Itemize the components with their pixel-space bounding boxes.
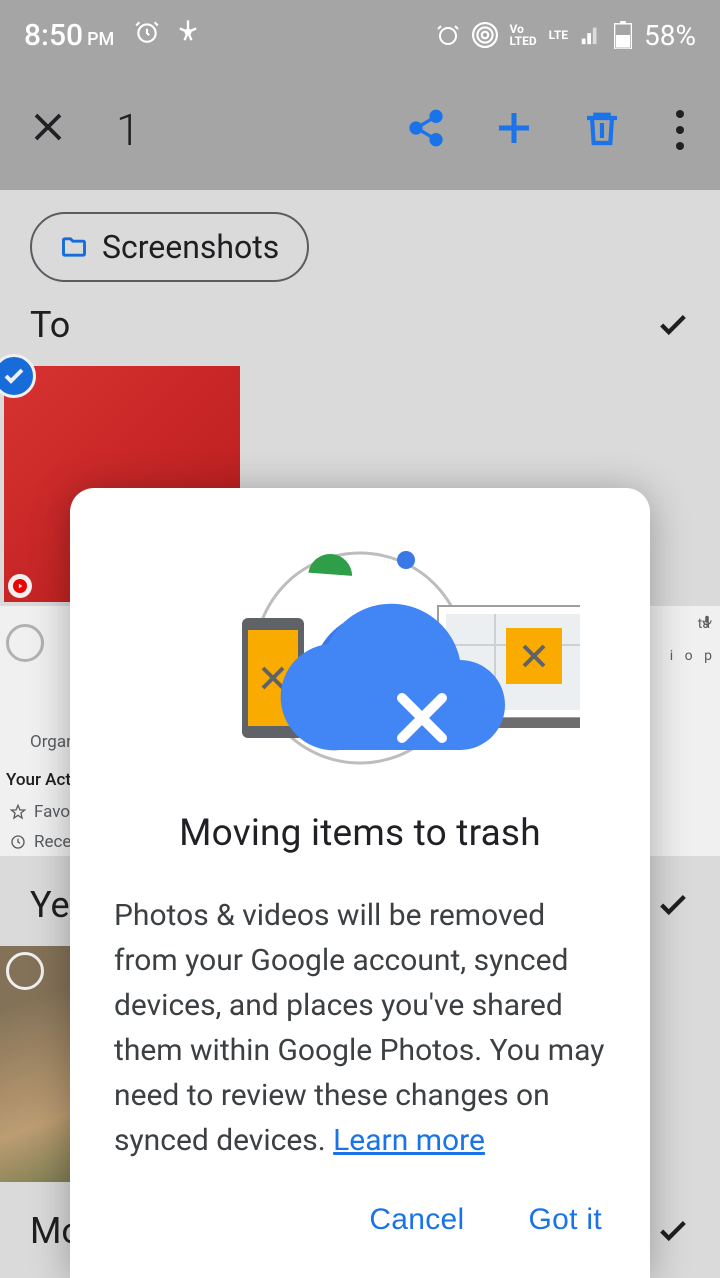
youtube-icon (8, 574, 32, 598)
got-it-button[interactable]: Got it (529, 1203, 603, 1237)
filter-chip-label: Screenshots (102, 228, 279, 266)
close-selection-button[interactable] (30, 104, 66, 156)
dialog-illustration (70, 488, 650, 788)
move-to-trash-dialog: Moving items to trash Photos & videos wi… (70, 488, 650, 1278)
learn-more-link[interactable]: Learn more (333, 1123, 485, 1158)
check-icon[interactable] (656, 888, 690, 922)
dialog-body-text: Photos & videos will be removed from you… (114, 898, 604, 1158)
section-today-label: To (30, 304, 70, 346)
alarm-icon (436, 23, 460, 47)
lte-icon: LTE (549, 29, 568, 41)
add-icon[interactable] (494, 108, 534, 152)
check-icon[interactable] (656, 1214, 690, 1248)
hotspot-icon (472, 22, 498, 48)
section-yesterday-label: Ye (30, 884, 70, 926)
dialog-title: Moving items to trash (114, 812, 606, 855)
clock-icon (10, 834, 26, 850)
share-icon[interactable] (406, 108, 446, 152)
time-period: PM (87, 29, 114, 50)
dialog-body: Photos & videos will be removed from you… (114, 893, 606, 1163)
content-area: Screenshots To ta i o p Organi Your Acti… (0, 190, 720, 1278)
check-icon[interactable] (656, 308, 690, 342)
selected-check-icon (0, 354, 36, 398)
battery-icon (614, 21, 632, 49)
dialog-actions: Cancel Got it (70, 1163, 650, 1278)
time-value: 8:50 (24, 18, 83, 53)
mic-icon (700, 614, 714, 628)
selection-app-bar: 1 (0, 70, 720, 190)
status-left: 8:50 PM (24, 18, 202, 53)
volte-icon: VoLTED (510, 23, 537, 47)
cancel-button[interactable]: Cancel (369, 1203, 464, 1237)
status-time: 8:50 PM (24, 18, 114, 53)
filter-chip-screenshots[interactable]: Screenshots (30, 212, 309, 282)
trash-icon[interactable] (582, 108, 622, 152)
unselected-circle-icon[interactable] (6, 624, 44, 662)
battery-percent: 58% (644, 19, 696, 52)
alarm-icon (134, 19, 160, 45)
folder-icon (60, 233, 88, 261)
signal-icon (580, 24, 602, 46)
status-bar: 8:50 PM VoLTED LTE 58% (0, 0, 720, 70)
keyboard-hint: i o p (670, 648, 716, 664)
unselected-circle-icon[interactable] (6, 952, 44, 990)
star-icon (10, 804, 26, 820)
section-today: To (0, 294, 720, 366)
more-options-icon[interactable] (670, 110, 690, 150)
pinwheel-icon (174, 18, 202, 46)
status-right: VoLTED LTE 58% (436, 19, 697, 52)
selection-count: 1 (116, 104, 406, 156)
